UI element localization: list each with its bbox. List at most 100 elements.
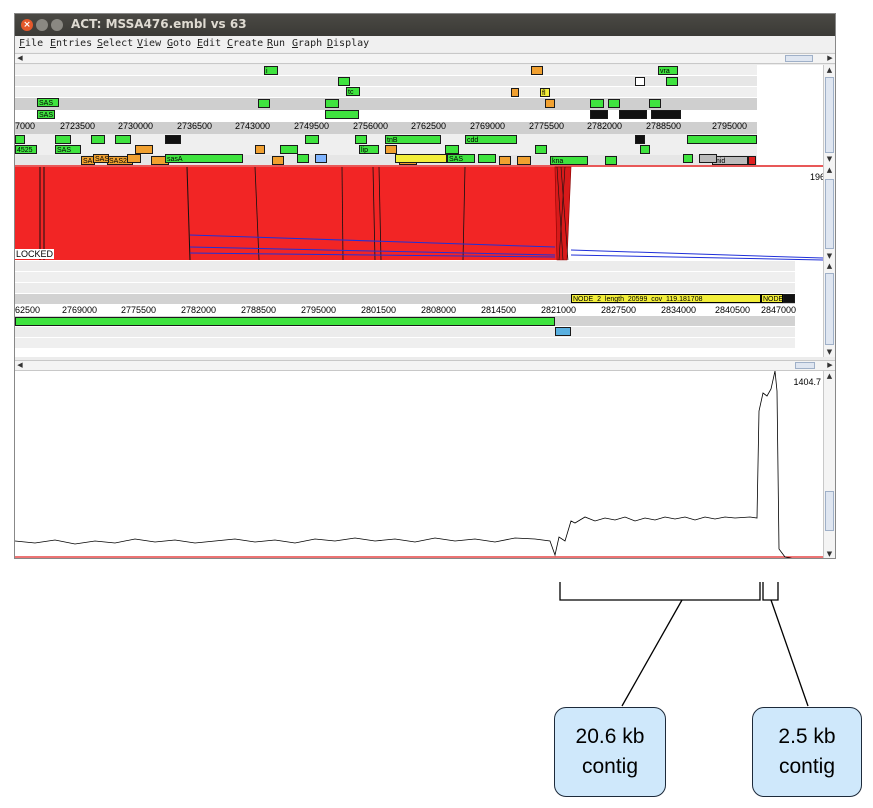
menu-create[interactable]: Create: [227, 38, 263, 49]
gene-feature[interactable]: [325, 110, 359, 119]
gene-feature[interactable]: [535, 145, 547, 154]
top-scroll-thumb[interactable]: [785, 55, 813, 62]
gene-feature[interactable]: lip: [359, 145, 379, 154]
gene-feature[interactable]: [395, 154, 447, 163]
scroll-right-icon[interactable]: ▶: [825, 54, 835, 63]
gene-feature[interactable]: [115, 135, 131, 144]
graph-vscroll-thumb[interactable]: [825, 491, 834, 531]
scroll-down-icon[interactable]: ▼: [824, 347, 835, 357]
scroll-up-icon[interactable]: ▲: [824, 371, 835, 381]
gene-feature[interactable]: [445, 145, 459, 154]
gene-feature[interactable]: tc: [346, 87, 360, 96]
gene-feature[interactable]: SAS: [37, 98, 59, 107]
contig-feature[interactable]: NODE: [761, 294, 783, 303]
graph-vscrollbar[interactable]: ▲ ▼: [823, 371, 835, 558]
maximize-icon[interactable]: [51, 19, 63, 31]
gene-feature[interactable]: [325, 99, 339, 108]
comparison-vscrollbar[interactable]: ▲ ▼: [823, 165, 835, 261]
gene-feature[interactable]: cdd: [465, 135, 517, 144]
gene-feature[interactable]: [590, 110, 608, 119]
menu-edit[interactable]: Edit: [197, 38, 221, 49]
gene-feature[interactable]: [683, 154, 693, 163]
gene-feature[interactable]: [165, 135, 181, 144]
menu-display[interactable]: Display: [327, 38, 369, 49]
bottom-hscrollbar[interactable]: ◀ ▶: [15, 360, 835, 371]
gene-feature[interactable]: [666, 77, 678, 86]
contig-feature[interactable]: NODE_2_length_20599_cov_119.181708: [571, 294, 761, 303]
gene-feature[interactable]: fl: [540, 88, 550, 97]
contig-feature[interactable]: [783, 294, 795, 303]
scroll-up-icon[interactable]: ▲: [824, 165, 835, 175]
coverage-graph: [15, 370, 823, 558]
scroll-down-icon[interactable]: ▼: [824, 251, 835, 261]
gene-feature[interactable]: [127, 154, 141, 163]
scroll-right-icon[interactable]: ▶: [825, 361, 835, 370]
gene-feature[interactable]: [545, 99, 555, 108]
gene-feature[interactable]: sasA: [165, 154, 243, 163]
scroll-up-icon[interactable]: ▲: [824, 261, 835, 271]
menu-select[interactable]: Select: [97, 38, 133, 49]
scroll-down-icon[interactable]: ▼: [824, 549, 835, 558]
gene-feature[interactable]: tnB: [385, 135, 441, 144]
gene-feature[interactable]: [590, 99, 604, 108]
gene-feature[interactable]: [699, 154, 717, 163]
gene-feature[interactable]: [305, 135, 319, 144]
top-hscrollbar[interactable]: ◀ ▶: [15, 53, 835, 64]
gene-feature[interactable]: [355, 135, 367, 144]
ruler-tick: 2775500: [121, 305, 157, 315]
gene-feature[interactable]: [338, 77, 350, 86]
gene-feature[interactable]: [91, 135, 105, 144]
callout-line2: contig: [778, 755, 836, 778]
gene-feature[interactable]: [258, 99, 270, 108]
window-title: ACT: MSSA476.embl vs 63: [71, 17, 247, 31]
menu-goto[interactable]: Goto: [167, 38, 191, 49]
gene-feature[interactable]: [608, 99, 620, 108]
gene-feature[interactable]: [531, 66, 543, 75]
gene-feature[interactable]: vra: [658, 66, 678, 75]
gene-feature[interactable]: [687, 135, 757, 144]
minimize-icon[interactable]: [36, 19, 48, 31]
gene-feature[interactable]: [649, 99, 661, 108]
gene-feature[interactable]: 4525: [15, 145, 37, 154]
bottom-vscrollbar[interactable]: ▲ ▼: [823, 261, 835, 357]
gene-feature[interactable]: [135, 145, 153, 154]
gene-feature[interactable]: [15, 135, 25, 144]
gene-feature[interactable]: [635, 135, 645, 144]
scroll-down-icon[interactable]: ▼: [824, 154, 835, 164]
gene-feature[interactable]: [255, 145, 265, 154]
gene-feature[interactable]: [635, 77, 645, 86]
gene-feature[interactable]: [555, 327, 571, 336]
gene-feature[interactable]: i: [264, 66, 278, 75]
scroll-up-icon[interactable]: ▲: [824, 65, 835, 75]
contig-alignment-bar[interactable]: [15, 317, 555, 326]
gene-feature[interactable]: SAS: [447, 154, 475, 163]
gene-feature[interactable]: [315, 154, 327, 163]
gene-feature[interactable]: SAS: [37, 110, 55, 119]
comparison-vscroll-thumb[interactable]: [825, 179, 834, 249]
gene-feature[interactable]: SAS: [55, 145, 81, 154]
gene-feature[interactable]: SAS: [93, 154, 109, 163]
top-vscrollbar[interactable]: ▲ ▼: [823, 65, 835, 165]
gene-feature[interactable]: [55, 135, 71, 144]
gene-feature[interactable]: [640, 145, 650, 154]
gene-feature[interactable]: [280, 145, 298, 154]
scroll-left-icon[interactable]: ◀: [15, 361, 25, 370]
bottom-scroll-thumb[interactable]: [795, 362, 815, 369]
gene-feature[interactable]: [619, 110, 647, 119]
top-vscroll-thumb[interactable]: [825, 77, 834, 153]
menu-view[interactable]: View: [137, 38, 161, 49]
menu-run[interactable]: Run: [267, 38, 285, 49]
callout-20kb-contig: 20.6 kb contig: [554, 707, 666, 797]
bottom-vscroll-thumb[interactable]: [825, 273, 834, 345]
gene-feature[interactable]: [478, 154, 496, 163]
menu-graph[interactable]: Graph: [292, 38, 322, 49]
menu-entries[interactable]: Entries: [50, 38, 92, 49]
menu-file[interactable]: File: [19, 38, 43, 49]
scroll-left-icon[interactable]: ◀: [15, 54, 25, 63]
gene-feature[interactable]: [651, 110, 681, 119]
gene-feature[interactable]: [297, 154, 309, 163]
gene-feature[interactable]: [511, 88, 519, 97]
close-icon[interactable]: ×: [21, 19, 33, 31]
gene-feature[interactable]: [385, 145, 397, 154]
ruler-tick: 2788500: [646, 121, 682, 131]
